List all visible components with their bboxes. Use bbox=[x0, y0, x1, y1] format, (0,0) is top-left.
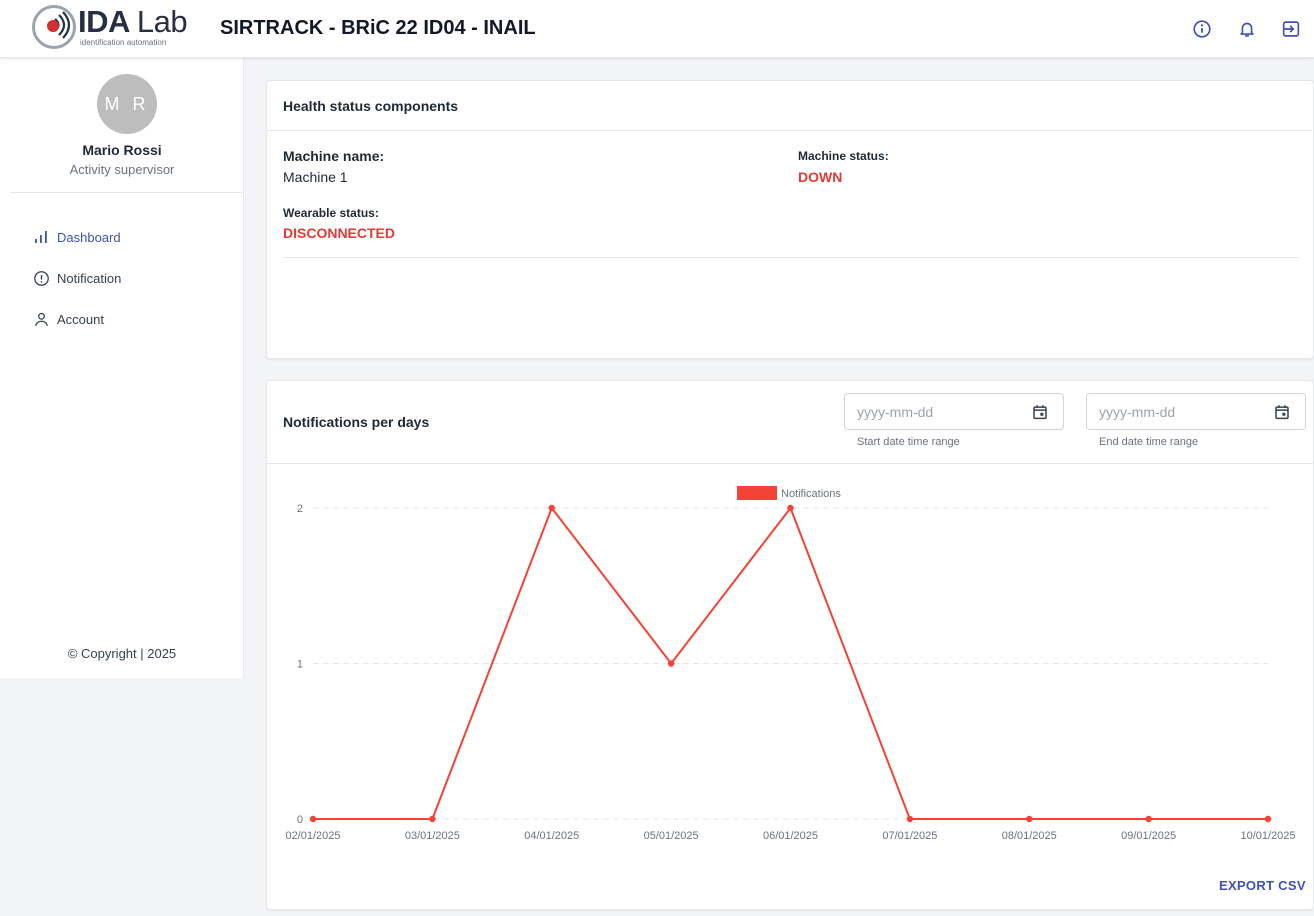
data-point bbox=[429, 815, 436, 823]
user-name: Mario Rossi bbox=[82, 142, 162, 158]
sidebar-divider bbox=[10, 192, 244, 193]
export-csv-button[interactable]: EXPORT CSV bbox=[1219, 878, 1306, 893]
start-date-helper: Start date time range bbox=[857, 436, 960, 448]
data-point bbox=[906, 815, 914, 823]
info-icon[interactable] bbox=[1191, 18, 1213, 40]
x-tick-label: 06/01/2025 bbox=[763, 830, 818, 842]
wearable-status-value: DISCONNECTED bbox=[283, 225, 396, 241]
x-tick-label: 04/01/2025 bbox=[524, 830, 579, 842]
end-date-helper: End date time range bbox=[1099, 436, 1199, 448]
machine-status-label: Machine status: bbox=[798, 149, 889, 163]
card-title: Health status components bbox=[283, 98, 459, 114]
machine-status-value: DOWN bbox=[798, 169, 843, 185]
user-icon bbox=[32, 310, 50, 328]
start-date-field[interactable] bbox=[844, 393, 1064, 430]
machine-name-value: Machine 1 bbox=[283, 169, 348, 185]
calendar-icon[interactable] bbox=[1031, 403, 1049, 421]
x-tick-label: 08/01/2025 bbox=[1002, 830, 1057, 842]
x-tick-label: 03/01/2025 bbox=[405, 830, 460, 842]
data-point bbox=[548, 504, 555, 512]
ida-lab-logo: IDA Lab identification automation bbox=[30, 3, 200, 51]
notifications-line-chart: 0 1 2 02/01/2025 03/01/2025 04/01/2025 05/01/2… bbox=[285, 486, 1296, 842]
data-point bbox=[1145, 815, 1152, 823]
start-date-input[interactable] bbox=[857, 394, 1027, 429]
sidebar-item-account[interactable]: Account bbox=[32, 308, 104, 330]
bar-chart-icon bbox=[32, 228, 50, 246]
sidebar-item-label: Account bbox=[57, 311, 104, 327]
end-date-input[interactable] bbox=[1099, 394, 1269, 429]
data-point bbox=[1264, 815, 1272, 823]
bell-icon[interactable] bbox=[1236, 18, 1258, 40]
end-date-field[interactable] bbox=[1086, 393, 1306, 430]
data-point bbox=[667, 660, 675, 667]
data-point bbox=[787, 504, 794, 512]
y-tick-label: 1 bbox=[297, 659, 303, 671]
calendar-icon[interactable] bbox=[1273, 403, 1291, 421]
sidebar-item-label: Notification bbox=[57, 270, 122, 286]
x-tick-label: 10/01/2025 bbox=[1240, 830, 1295, 842]
sidebar-item-label: Dashboard bbox=[57, 229, 121, 245]
avatar[interactable]: M R bbox=[97, 74, 157, 134]
data-point bbox=[309, 815, 317, 823]
legend-swatch bbox=[737, 486, 777, 500]
wearable-status-label: Wearable status: bbox=[283, 206, 379, 220]
notifications-chart-card: Notifications per days Start date time r… bbox=[266, 380, 1314, 910]
sidebar: M R Mario Rossi Activity supervisor Dash… bbox=[0, 58, 244, 678]
sidebar-item-notification[interactable]: Notification bbox=[32, 267, 121, 289]
x-tick-label: 02/01/2025 bbox=[285, 830, 340, 842]
logout-icon[interactable] bbox=[1280, 18, 1302, 40]
y-tick-label: 0 bbox=[297, 814, 303, 826]
sidebar-item-dashboard[interactable]: Dashboard bbox=[32, 226, 121, 248]
alert-circle-icon bbox=[32, 269, 50, 287]
copyright: © Copyright | 2025 bbox=[67, 646, 177, 661]
x-tick-label: 05/01/2025 bbox=[644, 830, 699, 842]
data-point bbox=[1026, 815, 1033, 823]
x-tick-label: 07/01/2025 bbox=[882, 830, 937, 842]
top-app-bar: IDA Lab identification automation SIRTRA… bbox=[0, 0, 1314, 58]
y-tick-label: 2 bbox=[297, 503, 303, 515]
machine-name-label: Machine name: bbox=[283, 148, 385, 164]
health-status-card: Health status components Machine name: M… bbox=[266, 80, 1314, 359]
user-role: Activity supervisor bbox=[69, 162, 175, 177]
card-title: Notifications per days bbox=[283, 414, 430, 430]
x-tick-label: 09/01/2025 bbox=[1121, 830, 1176, 842]
legend-label: Notifications bbox=[781, 488, 841, 500]
app-title: SIRTRACK - BRiC 22 ID04 - INAIL bbox=[220, 17, 536, 39]
